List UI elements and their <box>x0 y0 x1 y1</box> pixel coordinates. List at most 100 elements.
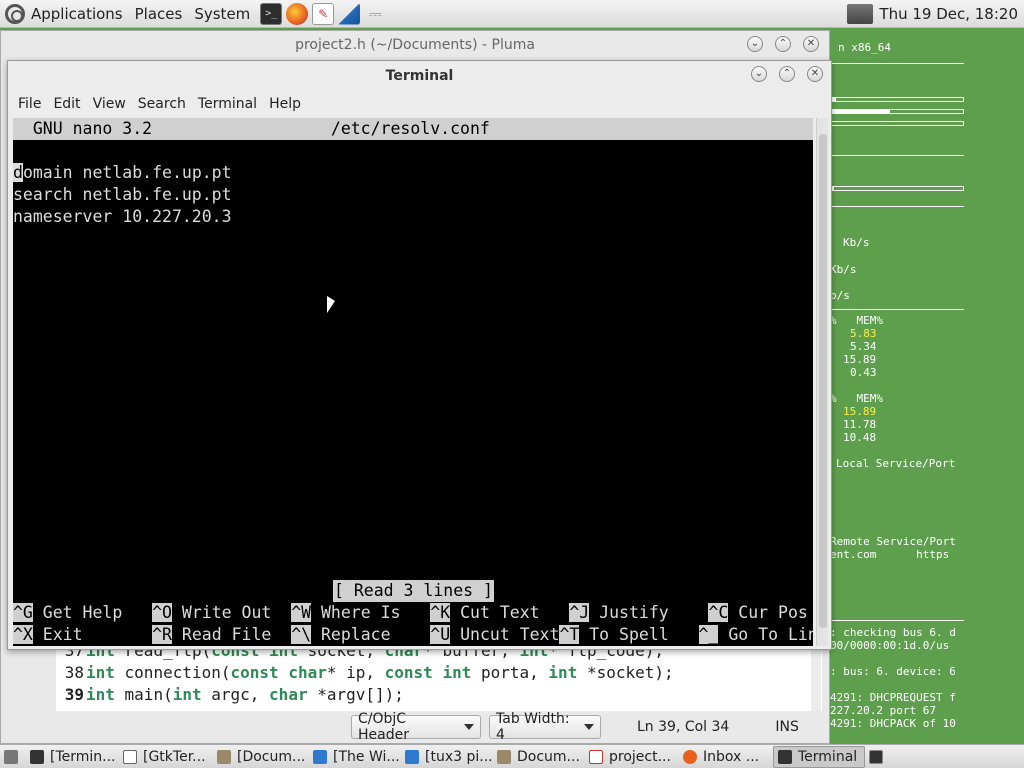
conky-log-line: : bus: 6. device: 6 <box>830 665 956 678</box>
mate-logo-icon[interactable] <box>5 3 25 24</box>
pluma-title: project2.h (~/Documents) - Pluma <box>295 37 535 53</box>
dropdown-caret-icon <box>584 724 594 730</box>
conky-net-down: Kb/s <box>843 236 870 249</box>
taskbar: [Termin... [GtkTer... [Docum... [The Wi.… <box>0 744 1024 768</box>
terminal-scrollbar[interactable] <box>816 118 828 646</box>
terminal-maximize-button[interactable]: ⌃ <box>779 66 795 82</box>
places-menu[interactable]: Places <box>129 5 189 23</box>
conky-mem-value: 0.43 <box>850 366 877 379</box>
shortcut-key: ^W <box>291 603 312 622</box>
keyword: char <box>269 685 308 704</box>
workspace-icon <box>869 749 883 764</box>
taskbar-item[interactable]: [Docum... <box>213 746 309 768</box>
menu-file[interactable]: File <box>12 96 47 112</box>
conky-log-line: 4291: DHCPREQUEST f <box>830 691 956 704</box>
menu-search[interactable]: Search <box>132 96 192 112</box>
conky-log-line: 4291: DHCPACK of 10 <box>830 717 956 730</box>
shortcut-key: ^G <box>13 603 33 622</box>
applications-menu[interactable]: Applications <box>25 5 129 23</box>
pluma-titlebar[interactable]: project2.h (~/Documents) - Pluma ⌄ ⌃ ✕ <box>1 31 829 59</box>
pluma-scrollbar[interactable] <box>811 643 821 711</box>
nano-header: GNU nano 3.2 /etc/resolv.conf <box>13 118 813 140</box>
conky-swap-bar <box>830 121 964 126</box>
terminal-title: Terminal <box>385 68 454 84</box>
pluma-close-button[interactable]: ✕ <box>803 36 819 52</box>
taskbar-item[interactable]: [tux3 pi... <box>401 746 493 768</box>
workspace-switcher[interactable] <box>865 746 895 768</box>
conky-remote-entry: ent.com https <box>830 548 950 561</box>
text-editor-icon <box>589 749 603 764</box>
shortcut-key: ^_ <box>698 625 719 644</box>
clock[interactable]: Thu 19 Dec, 18:20 <box>879 5 1018 23</box>
nano-shortcuts-row-2: ^X Exit ^R Read File ^\ Replace ^U Uncut… <box>13 624 813 646</box>
shortcut-label: Replace <box>311 625 431 644</box>
conky-mem-value: 10.48 <box>843 431 877 444</box>
shortcut-key: ^C <box>708 603 729 622</box>
text-cursor: d <box>13 163 23 182</box>
file-line: search netlab.fe.up.pt <box>13 185 232 204</box>
conky-remote-service: Remote Service/Port <box>830 535 956 548</box>
wireshark-launcher-icon[interactable] <box>338 2 361 25</box>
pluma-minimize-button[interactable]: ⌄ <box>747 36 763 52</box>
scrollbar-thumb[interactable] <box>819 134 827 628</box>
pluma-editor[interactable]: 37 int read_ftp(const int socket, char* … <box>56 641 822 711</box>
shortcut-label: Write Out <box>171 603 292 622</box>
firefox-launcher-icon[interactable] <box>286 2 309 25</box>
keyword: const <box>230 663 279 682</box>
conky-divider <box>828 63 964 64</box>
shortcut-label: To Spell <box>579 625 699 644</box>
terminal-menubar: File Edit View Search Terminal Help <box>8 90 831 118</box>
taskbar-item-active[interactable]: Terminal <box>773 745 865 768</box>
terminal-minimize-button[interactable]: ⌄ <box>751 66 767 82</box>
shortcut-key: ^\ <box>291 625 312 644</box>
conky-mem-header: % MEM% <box>830 314 883 327</box>
shortcut-key: ^O <box>152 603 172 622</box>
gtkterm-launcher-icon[interactable]: ⎓ <box>364 3 386 25</box>
shortcut-label: Go To Line <box>728 625 813 644</box>
gtkterm-icon <box>123 749 137 764</box>
conky-mem-header: % MEM% <box>830 392 883 405</box>
system-menu[interactable]: System <box>188 5 256 23</box>
shortcut-label: Where Is <box>311 603 431 622</box>
conky-net-up: Kb/s <box>830 263 857 276</box>
dropdown-caret-icon <box>464 724 474 730</box>
language-selector[interactable]: C/ObjC Header <box>351 711 481 743</box>
shortcut-key: ^U <box>430 625 451 644</box>
terminal-screen[interactable]: GNU nano 3.2 /etc/resolv.conf domain net… <box>13 118 813 646</box>
code-line: 38 int connection(const char* ip, const … <box>56 663 674 685</box>
shortcut-label: Uncut Text <box>450 625 560 644</box>
folder-icon <box>497 749 511 764</box>
taskbar-item[interactable]: Inbox ... <box>679 746 773 768</box>
insert-mode: INS <box>775 719 799 735</box>
conky-divider <box>828 620 964 621</box>
keyword: const <box>384 663 433 682</box>
taskbar-item[interactable]: [The Wi... <box>309 746 401 768</box>
nano-status-message: [ Read 3 lines ] <box>333 580 494 602</box>
keyword: int <box>442 663 472 682</box>
pluma-maximize-button[interactable]: ⌃ <box>775 36 791 52</box>
shortcut-label: Read File <box>171 625 292 644</box>
terminal-launcher-icon[interactable]: >_ <box>260 2 283 25</box>
network-icon[interactable] <box>847 3 874 24</box>
shortcut-label: Justify <box>589 603 709 622</box>
nano-shortcuts-row-1: ^G Get Help ^O Write Out ^W Where Is ^K … <box>13 602 808 624</box>
menu-edit[interactable]: Edit <box>47 96 86 112</box>
conky-mem-value: 11.78 <box>843 418 877 431</box>
conky-mem-bar <box>830 109 964 114</box>
terminal-titlebar[interactable]: Terminal ⌄ ⌃ ✕ <box>8 61 831 90</box>
conky-divider <box>828 309 964 310</box>
tab-width-selector[interactable]: Tab Width: 4 <box>489 711 601 743</box>
conky-divider <box>828 206 964 207</box>
terminal-close-button[interactable]: ✕ <box>807 66 823 82</box>
text-editor-launcher-icon[interactable]: ✎ <box>312 2 335 25</box>
menu-help[interactable]: Help <box>263 96 307 112</box>
taskbar-item[interactable]: Docum... <box>493 746 585 768</box>
cursor-position: Ln 39, Col 34 <box>637 719 730 735</box>
menu-terminal[interactable]: Terminal <box>192 96 263 112</box>
taskbar-item[interactable]: project... <box>585 746 679 768</box>
show-desktop-button[interactable] <box>0 746 26 768</box>
keyword: int <box>86 685 115 704</box>
taskbar-item[interactable]: [GtkTer... <box>119 746 213 768</box>
menu-view[interactable]: View <box>87 96 132 112</box>
taskbar-item[interactable]: [Termin... <box>26 746 119 768</box>
